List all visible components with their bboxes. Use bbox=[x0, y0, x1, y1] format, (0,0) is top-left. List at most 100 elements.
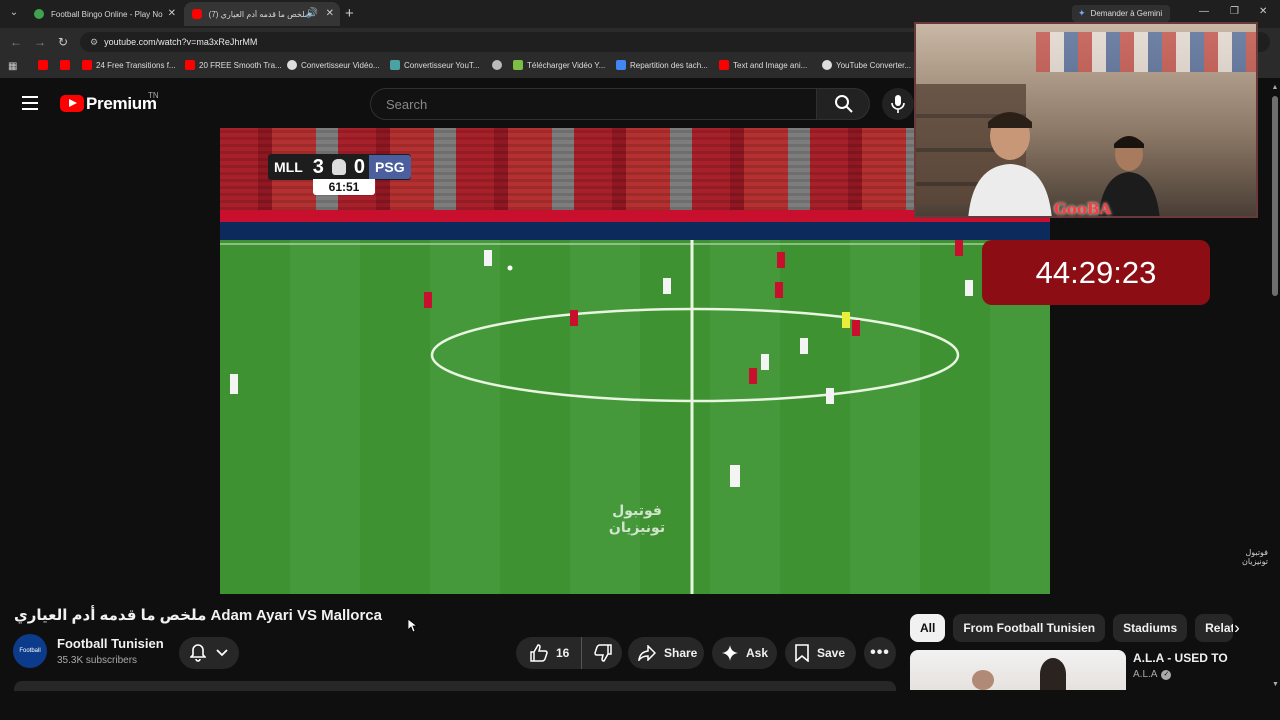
football-pitch bbox=[220, 240, 1050, 594]
bell-icon bbox=[190, 644, 206, 662]
trophy-icon bbox=[331, 159, 346, 175]
bookmark-item[interactable] bbox=[60, 60, 74, 70]
chevron-right-icon[interactable]: › bbox=[1226, 614, 1248, 642]
google-icon bbox=[287, 60, 297, 70]
bookmark-icon bbox=[795, 644, 809, 662]
menu-icon[interactable] bbox=[22, 96, 38, 114]
bookmark-item[interactable]: Convertisseur Vidéo... bbox=[287, 60, 380, 70]
chip-from-channel[interactable]: From Football Tunisien bbox=[953, 614, 1106, 642]
globe-icon bbox=[492, 60, 502, 70]
youtube-icon bbox=[60, 60, 70, 70]
scroll-up-icon[interactable]: ▲ bbox=[1270, 84, 1280, 91]
youtube-logo-text[interactable]: Premium bbox=[86, 94, 157, 114]
url-text[interactable]: youtube.com/watch?v=ma3xReJhrMM bbox=[104, 37, 257, 47]
search-icon bbox=[835, 95, 853, 113]
pitch-lines bbox=[220, 240, 1050, 594]
youtube-icon bbox=[82, 60, 92, 70]
description-box[interactable] bbox=[14, 681, 896, 691]
home-score: 3 bbox=[312, 155, 324, 178]
related-video-title[interactable]: A.L.A - USED TO bbox=[1133, 651, 1228, 665]
share-button[interactable]: Share bbox=[628, 637, 704, 669]
related-video-channel[interactable]: A.L.A ✓ bbox=[1133, 669, 1172, 680]
match-clock: 61:51 bbox=[313, 179, 375, 195]
save-label: Save bbox=[817, 646, 846, 660]
away-team: PSG bbox=[369, 155, 411, 179]
gemini-label: Demander à Gemini bbox=[1090, 9, 1163, 18]
bookmark-item[interactable] bbox=[38, 60, 52, 70]
close-icon[interactable]: ✕ bbox=[326, 8, 334, 19]
youtube-favicon-icon bbox=[192, 9, 202, 19]
voice-search-button[interactable] bbox=[882, 88, 914, 120]
streamer-webcam bbox=[914, 22, 1258, 218]
bookmark-item[interactable]: Text and Image ani... bbox=[719, 60, 807, 70]
more-horizontal-icon: ••• bbox=[870, 644, 890, 661]
thumbs-down-icon bbox=[594, 644, 613, 662]
bookmark-item[interactable] bbox=[492, 60, 506, 70]
video-title: ملخص ما قدمه أدم العياري Adam Ayari VS M… bbox=[14, 607, 382, 624]
bookmark-item[interactable]: Repartition des tach... bbox=[616, 60, 708, 70]
channel-avatar[interactable]: Football Tunisien bbox=[13, 634, 47, 668]
thumbs-up-icon bbox=[530, 644, 548, 662]
bookmark-item[interactable]: Télécharger Vidéo Y... bbox=[513, 60, 605, 70]
youtube-logo-icon[interactable] bbox=[60, 95, 84, 112]
streamer-person bbox=[968, 112, 1052, 216]
like-count: 16 bbox=[556, 646, 570, 660]
bookmark-item[interactable]: 24 Free Transitions f... bbox=[82, 60, 176, 70]
advertising-board bbox=[220, 222, 1050, 240]
docs-icon bbox=[616, 60, 626, 70]
new-tab-icon[interactable]: + bbox=[345, 5, 354, 22]
related-filter-chips: All From Football Tunisien Stadiums Rela… bbox=[910, 614, 1234, 642]
subscriber-count: 35.3K subscribers bbox=[57, 655, 138, 666]
chevron-down-icon bbox=[216, 649, 228, 657]
back-icon[interactable]: ← bbox=[10, 35, 22, 49]
thumbnail-person bbox=[972, 670, 994, 690]
youtube-icon bbox=[185, 60, 195, 70]
microphone-icon bbox=[891, 95, 905, 113]
page-scrollbar[interactable]: ▲ ▼ bbox=[1270, 84, 1280, 688]
gemini-button[interactable]: ✦ Demander à Gemini bbox=[1072, 5, 1171, 22]
minimize-icon[interactable]: — bbox=[1199, 6, 1209, 17]
search-box[interactable] bbox=[370, 88, 816, 120]
related-video-thumbnail[interactable] bbox=[910, 650, 1126, 690]
bookmark-item[interactable]: YouTube Converter... bbox=[822, 60, 911, 70]
tab-title: ملخص ما قدمه أدم العياري (7) bbox=[209, 9, 309, 19]
sparkle-icon bbox=[722, 645, 738, 661]
scroll-thumb[interactable] bbox=[1272, 96, 1278, 296]
restore-icon[interactable]: ❐ bbox=[1230, 6, 1239, 17]
converter-icon bbox=[822, 60, 832, 70]
bookmark-item[interactable]: 20 FREE Smooth Tra... bbox=[185, 60, 282, 70]
home-team: MLL bbox=[274, 159, 303, 175]
search-button[interactable] bbox=[816, 88, 870, 120]
share-icon bbox=[638, 645, 656, 661]
speaker-icon[interactable]: 🔊 bbox=[306, 8, 318, 19]
converter-icon bbox=[390, 60, 400, 70]
forward-icon[interactable]: → bbox=[34, 35, 46, 49]
scroll-down-icon[interactable]: ▼ bbox=[1272, 681, 1279, 688]
browser-tab-youtube[interactable]: ملخص ما قدمه أدم العياري (7) 🔊 ✕ bbox=[184, 2, 340, 26]
youtube-icon bbox=[38, 60, 48, 70]
close-icon[interactable]: ✕ bbox=[168, 8, 176, 19]
chip-stadiums[interactable]: Stadiums bbox=[1113, 614, 1188, 642]
site-info-icon[interactable]: ⚙ bbox=[90, 37, 98, 48]
search-input[interactable] bbox=[384, 96, 788, 113]
channel-name[interactable]: Football Tunisien bbox=[57, 636, 164, 651]
ask-button[interactable]: Ask bbox=[712, 637, 777, 669]
related-channel-name: A.L.A bbox=[1133, 669, 1158, 680]
thumbnail-person bbox=[1040, 658, 1066, 690]
gemini-sparkle-icon: ✦ bbox=[1078, 8, 1086, 18]
window-close-icon[interactable]: ✕ bbox=[1259, 6, 1267, 17]
chip-all[interactable]: All bbox=[910, 614, 946, 642]
notifications-button[interactable] bbox=[179, 637, 239, 669]
reload-icon[interactable]: ↻ bbox=[58, 35, 68, 49]
more-actions-button[interactable]: ••• bbox=[864, 637, 896, 669]
region-code: TN bbox=[148, 91, 159, 100]
bookmark-item[interactable]: Convertisseur YouT... bbox=[390, 60, 480, 70]
away-score: 0 bbox=[353, 155, 366, 178]
browser-tab-football-bingo[interactable]: Football Bingo Online - Play No ✕ bbox=[26, 2, 182, 26]
apps-grid-icon[interactable]: ▦ bbox=[8, 61, 17, 72]
ask-label: Ask bbox=[746, 646, 769, 660]
dislike-button[interactable] bbox=[582, 644, 613, 662]
tab-search-icon[interactable]: ⌄ bbox=[6, 7, 22, 21]
like-button[interactable]: 16 bbox=[516, 637, 583, 669]
save-button[interactable]: Save bbox=[785, 637, 856, 669]
